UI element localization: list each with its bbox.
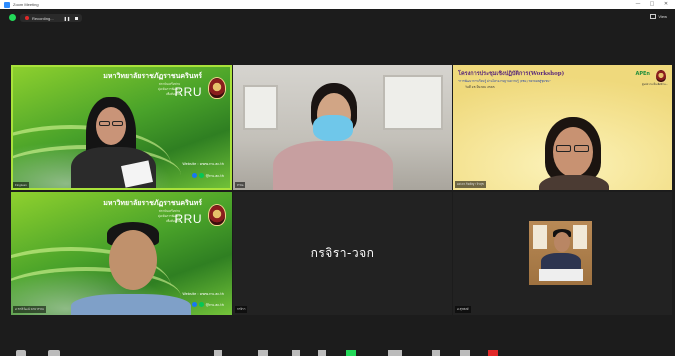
- face-mask: [313, 115, 353, 141]
- security-shield-icon[interactable]: [9, 14, 16, 21]
- person-body: [71, 294, 191, 315]
- participant-name: ผศ.ดร.กิตติญา จิรสุข: [455, 181, 486, 188]
- stop-recording-button[interactable]: [75, 16, 79, 20]
- facebook-icon: [191, 302, 197, 307]
- zoom-app-icon: [4, 1, 10, 8]
- participants-button[interactable]: [258, 350, 268, 356]
- glasses: [112, 121, 123, 126]
- workshop-subtitle: "การพัฒนาการเรียนรู้ ผ่านโครงงานฐานความร…: [458, 79, 551, 83]
- pause-recording-button[interactable]: ❚❚: [64, 16, 71, 21]
- person-face: [553, 127, 593, 177]
- workshop-title: โครงการประชุมเชิงปฏิบัติการ(Workshop): [458, 71, 565, 77]
- camera-off-panel: กรจิรา-วจก: [233, 192, 452, 315]
- desk-sign: [539, 269, 583, 281]
- recording-indicator: Recording... ❚❚: [20, 14, 82, 22]
- glasses: [99, 121, 110, 126]
- minimize-button[interactable]: —: [631, 0, 645, 9]
- participant-video-thumbnail: [529, 221, 592, 285]
- video-tile-3[interactable]: โครงการประชุมเชิงปฏิบัติการ(Workshop) "ก…: [453, 65, 672, 190]
- workshop-date: วันที่ 28 มีนาคม 2565: [465, 85, 495, 89]
- background-panel: [573, 225, 587, 249]
- facebook-icon: [191, 173, 197, 178]
- person-body: [273, 141, 393, 190]
- university-seal-icon: [208, 204, 226, 226]
- breakout-rooms-button[interactable]: [432, 350, 440, 356]
- video-tile-2[interactable]: P'Da: [233, 65, 452, 190]
- title-bar: Zoom Meeting — □ ✕: [0, 0, 675, 9]
- meeting-top-bar: Recording... ❚❚ View: [0, 9, 675, 26]
- record-button[interactable]: [388, 350, 402, 356]
- rru-logo-text: RRU: [174, 85, 202, 99]
- chat-button[interactable]: [292, 350, 300, 356]
- university-seal-icon: [208, 77, 226, 99]
- line-icon: [198, 173, 204, 178]
- security-button[interactable]: [214, 350, 222, 356]
- slide-website: Website : www.rru.ac.th: [182, 292, 224, 296]
- end-meeting-button[interactable]: [488, 350, 498, 356]
- participant-display-name: กรจิรา-วจก: [310, 246, 375, 260]
- background-panel: [533, 225, 547, 249]
- line-icon: [198, 302, 204, 307]
- university-seal-icon: [655, 69, 667, 83]
- record-dot-icon: [25, 16, 29, 20]
- video-tile-5[interactable]: กรจิรา-วจก กรจิรา: [233, 192, 452, 315]
- rru-logo-text: RRU: [174, 212, 202, 226]
- view-button[interactable]: View: [650, 14, 667, 19]
- share-screen-button[interactable]: [346, 350, 356, 356]
- person-face: [554, 232, 570, 252]
- slide-website: Website : www.rru.ac.th: [182, 162, 224, 166]
- window-title: Zoom Meeting: [13, 2, 39, 7]
- university-name: มหาวิทยาลัยราชภัฏราชนครินทร์: [103, 72, 202, 80]
- glasses: [556, 145, 571, 152]
- zoom-window: Zoom Meeting — □ ✕ Recording... ❚❚ View …: [0, 0, 675, 356]
- person-face: [96, 107, 126, 145]
- video-tile-6[interactable]: อ.สุรพงษ์: [453, 192, 672, 315]
- person-face: [109, 230, 157, 290]
- recording-label: Recording...: [32, 15, 54, 21]
- start-video-button[interactable]: [48, 350, 60, 356]
- social-handle: @rru.ac.th: [205, 302, 224, 307]
- glasses: [574, 145, 589, 152]
- participant-name: กรจิรา: [235, 306, 248, 313]
- video-tile-4[interactable]: มหาวิทยาลัยราชภัฏราชนครินทร์ สถาบันเครือ…: [11, 192, 232, 315]
- social-handle: @rru.ac.th: [205, 173, 224, 178]
- room-window: [383, 75, 443, 130]
- person-body: [539, 175, 609, 190]
- participant-name: P'Da: [235, 182, 246, 188]
- university-name: มหาวิทยาลัยราชภัฏราชนครินทร์: [103, 199, 202, 207]
- participant-name: Fingtuan: [13, 182, 29, 188]
- slide-social: @rru.ac.th: [191, 302, 224, 307]
- close-button[interactable]: ✕: [659, 0, 673, 9]
- workshop-right-text: ศูนย์ความเป็นเลิศด้าน...: [641, 83, 668, 86]
- room-window: [243, 85, 278, 130]
- maximize-button[interactable]: □: [645, 0, 659, 9]
- polls-button[interactable]: [318, 350, 326, 356]
- view-label: View: [658, 14, 667, 19]
- slide-social: @rru.ac.th: [191, 173, 224, 178]
- meeting-controls-toolbar: [0, 340, 675, 356]
- grid-view-icon: [650, 14, 657, 19]
- unmute-button[interactable]: [16, 350, 26, 356]
- reactions-button[interactable]: [460, 350, 470, 356]
- apen-logo: APEn: [635, 71, 650, 77]
- participant-name: อ.สุรพงษ์: [455, 306, 471, 313]
- participant-name: อ.ชาติวัฒน์ ฉายวรรณ: [13, 306, 46, 313]
- video-tile-1[interactable]: มหาวิทยาลัยราชภัฏราชนครินทร์ สถาบันเครือ…: [11, 65, 232, 190]
